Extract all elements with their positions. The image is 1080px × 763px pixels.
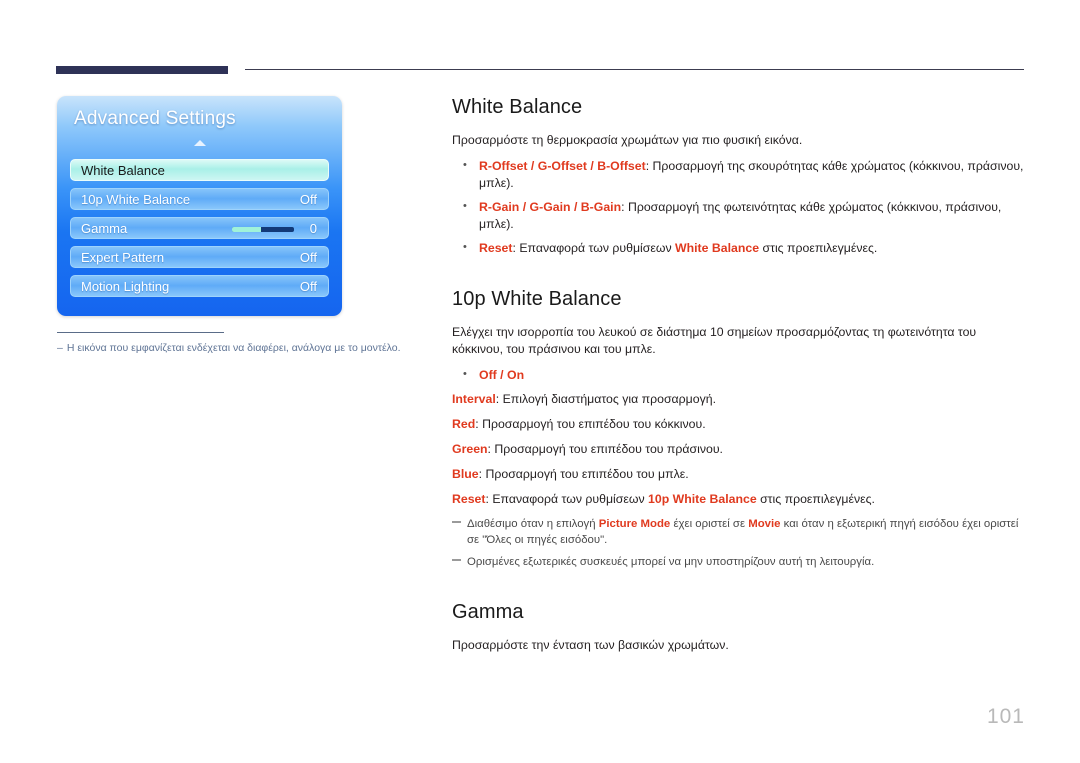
osd-note-rule [57,332,224,333]
section1-bullet-offsets: R-Offset / G-Offset / B-Offset: Προσαρμο… [452,157,1027,192]
gamma-slider[interactable] [232,227,294,232]
gamma-slider-fill [232,227,262,232]
osd-row-expert-pattern[interactable]: Expert Pattern Off [70,246,329,268]
section1-bullet3-text-a: : Επαναφορά των ρυθμίσεων [512,241,676,255]
section2-note-2: Ορισμένες εξωτερικές συσκευές μπορεί να … [452,554,1027,570]
section2-green-text: : Προσαρμογή του επιπέδου του πράσινου. [487,442,723,456]
term-picture-mode: Picture Mode [598,518,671,530]
osd-row-label: 10p White Balance [81,192,191,207]
section2-line-green: Green: Προσαρμογή του επιπέδου του πράσι… [452,441,1027,458]
section2-red-text: : Προσαρμογή του επιπέδου του κόκκινου. [475,417,706,431]
section1-bullet-gains: R-Gain / G-Gain / B-Gain: Προσαρμογή της… [452,198,1027,233]
osd-note: – Η εικόνα που εμφανίζεται ενδέχεται να δ… [57,342,401,354]
section2-note-1: Διαθέσιμο όταν η επιλογή Picture Mode έχ… [452,516,1027,548]
osd-row-label: White Balance [81,163,165,178]
osd-row-value: Off [299,279,317,294]
osd-note-dash: – [57,342,63,354]
term-green: Green [452,442,488,456]
page-number: 101 [986,705,1025,728]
section-title-gamma: Gamma [452,601,524,623]
osd-menu-title: Advanced Settings [74,108,236,129]
section2-line-interval: Interval: Επιλογή διαστήματος για προσαρ… [452,391,1027,408]
osd-row-value: 0 [309,221,317,236]
section-title-white-balance: White Balance [452,96,583,118]
section2-line-red: Red: Προσαρμογή του επιπέδου του κόκκινο… [452,416,1027,433]
osd-row-value: Off [299,250,317,265]
section2-bullet-off-on: Off / On [452,366,1027,384]
term-movie: Movie [748,518,781,530]
section-title-10p-white-balance: 10p White Balance [452,288,622,310]
osd-row-value: Off [299,192,317,207]
section2-line-reset: Reset: Επαναφορά των ρυθμίσεων 10p White… [452,491,1027,508]
term-off-on: Off / On [479,368,525,382]
section2-reset-text-a: : Επαναφορά των ρυθμίσεων [485,492,649,506]
osd-menu-panel: Advanced Settings White Balance 10p Whit… [57,96,342,316]
term-interval: Interval [452,392,496,406]
osd-row-white-balance[interactable]: White Balance [70,159,329,181]
header-rule-line [245,69,1024,70]
osd-row-label: Gamma [81,221,128,236]
header-rule-bar [56,66,228,74]
section1-bullet-reset: Reset: Επαναφορά των ρυθμίσεων White Bal… [452,239,1027,257]
triangle-up-icon[interactable] [194,140,206,146]
osd-row-label: Motion Lighting [81,279,170,294]
term-reset: Reset [479,241,513,255]
osd-row-motion-lighting[interactable]: Motion Lighting Off [70,275,329,297]
note1-text-b: έχει οριστεί σε [670,518,749,530]
term-gains: R-Gain / G-Gain / B-Gain [479,200,622,214]
osd-row-gamma[interactable]: Gamma 0 [70,217,329,239]
section2-line-blue: Blue: Προσαρμογή του επιπέδου του μπλε. [452,466,1027,483]
content-column: White Balance Προσαρμόστε τη θερμοκρασία… [452,96,1027,663]
section2-intro: Ελέγχει την ισορροπία του λευκού σε διάσ… [452,325,977,356]
osd-note-text: Η εικόνα που εμφανίζεται ενδέχεται να δι… [66,342,401,354]
section1-bullet3-text-b: στις προεπιλεγμένες. [759,241,878,255]
term-white-balance: White Balance [675,241,760,255]
term-blue: Blue [452,467,479,481]
section3-intro: Προσαρμόστε την ένταση των βασικών χρωμά… [452,638,729,652]
osd-row-10p-white-balance[interactable]: 10p White Balance Off [70,188,329,210]
term-offsets: R-Offset / G-Offset / B-Offset [479,159,646,173]
section2-reset-text-b: στις προεπιλεγμένες. [756,492,875,506]
note1-text-a: Διαθέσιμο όταν η επιλογή [467,518,599,530]
section1-intro: Προσαρμόστε τη θερμοκρασία χρωμάτων για … [452,133,803,147]
section2-interval-text: : Επιλογή διαστήματος για προσαρμογή. [495,392,716,406]
term-red: Red [452,417,476,431]
term-reset-2: Reset [452,492,486,506]
term-10p-white-balance: 10p White Balance [648,492,757,506]
osd-row-label: Expert Pattern [81,250,165,265]
section2-blue-text: : Προσαρμογή του επιπέδου του μπλε. [478,467,689,481]
